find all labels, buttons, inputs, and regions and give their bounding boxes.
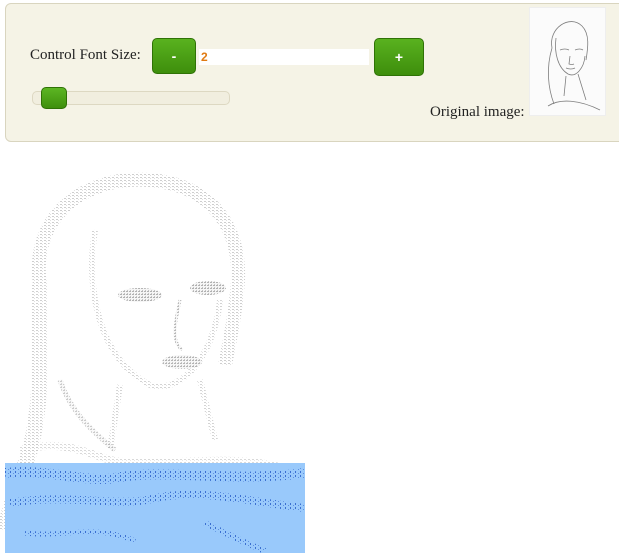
increase-font-button[interactable]: + (374, 38, 424, 76)
decrease-font-button[interactable]: - (152, 38, 196, 74)
font-size-label: Control Font Size: (30, 47, 141, 63)
selected-ascii-render (5, 467, 305, 553)
portrait-sketch-icon (547, 21, 601, 111)
control-panel: Control Font Size: - + Original image: (5, 3, 619, 142)
font-size-slider-handle[interactable] (41, 87, 68, 109)
font-size-input[interactable] (199, 49, 369, 65)
selected-text-region[interactable] (5, 463, 305, 553)
original-image-label: Original image: (430, 104, 525, 120)
original-image-thumbnail (529, 7, 606, 116)
